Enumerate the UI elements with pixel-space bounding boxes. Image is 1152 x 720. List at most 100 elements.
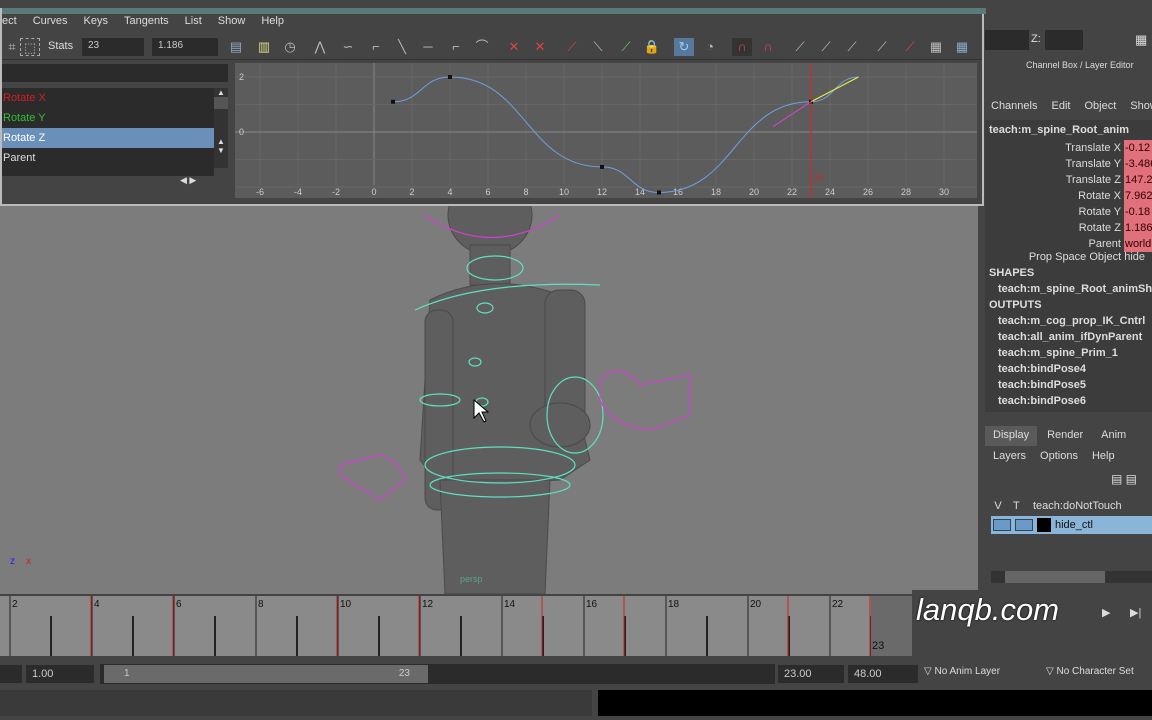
menu-options[interactable]: Options bbox=[1040, 450, 1078, 462]
stats-value-field[interactable]: 1.186 bbox=[152, 38, 218, 56]
channel-rotate-y[interactable]: Rotate Y bbox=[2, 108, 214, 128]
menu-curves[interactable]: Curves bbox=[25, 12, 76, 32]
output-item[interactable]: teach:bindPose5 bbox=[998, 379, 1086, 391]
graph-view[interactable]: -6 -4 -2 0 2 4 6 8 10 12 14 16 18 20 22 24 26 28 30 2 0 23 bbox=[235, 63, 977, 198]
viewport-3d[interactable]: z x persp bbox=[0, 174, 978, 595]
new-layer-icon[interactable]: ▤ ▤ bbox=[1111, 472, 1137, 486]
attr-value[interactable]: -0.18 bbox=[1124, 204, 1152, 220]
channel-attr-row[interactable]: Rotate X 7.962 bbox=[1078, 188, 1152, 204]
output-item[interactable]: teach:m_spine_Prim_1 bbox=[998, 347, 1118, 359]
linear-tangent-icon[interactable]: ╲ bbox=[392, 38, 412, 56]
channel-attr-row[interactable]: Translate X -0.12 bbox=[1065, 140, 1152, 156]
spline-tangent-icon[interactable]: ∽ bbox=[338, 38, 358, 56]
output-item[interactable]: teach:bindPose4 bbox=[998, 363, 1086, 375]
attr-value[interactable]: -3.486 bbox=[1124, 156, 1152, 172]
attr-value[interactable]: -0.12 bbox=[1124, 140, 1152, 156]
channel-attr-row[interactable]: Parent world bbox=[1089, 236, 1152, 252]
flat-tangent-icon[interactable]: ─ bbox=[418, 38, 438, 56]
channel-rotate-x[interactable]: Rotate X bbox=[2, 88, 214, 108]
auto-tangent-icon[interactable]: ⋀ bbox=[310, 38, 330, 56]
output-item[interactable]: teach:all_anim_ifDynParent bbox=[998, 331, 1142, 343]
denormalize-icon[interactable]: ⟋ bbox=[816, 38, 836, 56]
normalize-icon[interactable]: ⟋ bbox=[790, 38, 810, 56]
node-name[interactable]: teach:m_spine_Root_anim bbox=[989, 124, 1129, 136]
tab-anim[interactable]: Anim bbox=[1093, 426, 1134, 446]
z-field[interactable] bbox=[1045, 30, 1083, 50]
menu-show[interactable]: Show bbox=[210, 12, 254, 32]
cycle-icon[interactable]: ↻ bbox=[674, 38, 694, 56]
menu-help[interactable]: Help bbox=[253, 12, 292, 32]
attr-value[interactable]: 7.962 bbox=[1124, 188, 1152, 204]
center-time-icon[interactable]: ◷ bbox=[280, 38, 300, 56]
channel-scrollbar[interactable]: ▲ ▲ ▼ bbox=[214, 88, 228, 168]
go-to-end-icon[interactable]: ▶| bbox=[1130, 606, 1141, 619]
plateau-tangent-icon[interactable]: ⌒ bbox=[472, 38, 492, 56]
start-time-field[interactable]: 1.00 bbox=[26, 665, 94, 683]
time-slider[interactable]: 2 4 6 8 10 12 14 16 18 20 22 23 bbox=[0, 596, 912, 656]
output-item[interactable]: teach:bindPose6 bbox=[998, 395, 1086, 407]
dope-sheet-icon[interactable]: ⟋ bbox=[900, 38, 920, 56]
menu-help[interactable]: Help bbox=[1092, 450, 1115, 462]
template-toggle[interactable] bbox=[1015, 519, 1033, 531]
layer-row-selected[interactable]: hide_ctl bbox=[991, 516, 1152, 534]
layer-scrollbar[interactable] bbox=[991, 571, 1152, 583]
attr-value[interactable]: 1.186 bbox=[1124, 220, 1152, 236]
menu-channels[interactable]: Channels bbox=[991, 100, 1037, 112]
menu-keys[interactable]: Keys bbox=[76, 12, 116, 32]
visibility-toggle[interactable] bbox=[993, 519, 1011, 531]
buffer-icon[interactable]: ⟋ bbox=[842, 38, 862, 56]
channel-attr-row[interactable]: Translate Y -3.486 bbox=[1065, 156, 1152, 172]
step-tangent-icon[interactable]: ⌐ bbox=[446, 38, 466, 56]
character-set-dropdown[interactable]: ▽ No Character Set bbox=[1046, 666, 1134, 677]
command-line[interactable] bbox=[0, 690, 592, 716]
template-toggle[interactable]: T bbox=[1013, 500, 1025, 512]
layer-color-swatch[interactable] bbox=[1037, 518, 1051, 532]
layer-row[interactable]: V T teach:doNotTouch bbox=[991, 496, 1152, 516]
tab-render[interactable]: Render bbox=[1037, 426, 1093, 446]
move-key-icon[interactable]: ⌗ bbox=[2, 38, 22, 56]
frame-all-icon[interactable]: ▤ bbox=[226, 38, 246, 56]
layer-name[interactable]: teach:doNotTouch bbox=[1033, 500, 1122, 512]
range-slider[interactable]: 1 23 bbox=[100, 664, 775, 684]
layer-name[interactable]: hide_ctl bbox=[1055, 519, 1093, 531]
end-time-field[interactable]: 23.00 bbox=[778, 665, 844, 683]
attr-value[interactable]: 147.2 bbox=[1124, 172, 1152, 188]
channel-parent[interactable]: Parent bbox=[2, 148, 214, 168]
channel-attr-row[interactable]: Translate Z 147.2 bbox=[1066, 172, 1152, 188]
unify-tangent-icon[interactable]: ✕ bbox=[530, 38, 550, 56]
menu-show[interactable]: Show bbox=[1130, 100, 1152, 112]
menu-object[interactable]: Object bbox=[1084, 100, 1116, 112]
snap-icon[interactable]: ∩ bbox=[758, 38, 778, 56]
menu-layers[interactable]: Layers bbox=[993, 450, 1026, 462]
output-item[interactable]: teach:m_cog_prop_IK_Cntrl bbox=[998, 315, 1145, 327]
outliner-filter[interactable] bbox=[2, 64, 228, 82]
menu-tangents[interactable]: Tangents bbox=[116, 12, 177, 32]
layout-icon[interactable]: ▦ bbox=[1135, 32, 1147, 48]
channel-attr-row[interactable]: Rotate Y -0.18 bbox=[1079, 204, 1152, 220]
lock-icon[interactable]: 🔒 bbox=[642, 38, 662, 56]
menu-edit[interactable]: ect bbox=[2, 12, 25, 32]
anim-end-field[interactable]: 48.00 bbox=[848, 665, 918, 683]
visibility-toggle[interactable]: V bbox=[991, 500, 1005, 512]
channel-attr-row[interactable]: Rotate Z 1.186 bbox=[1079, 220, 1152, 236]
break-tangent-icon[interactable]: ✕ bbox=[504, 38, 524, 56]
anim-layer-dropdown[interactable]: ▽ No Anim Layer bbox=[924, 666, 1000, 677]
play-forward-icon[interactable]: ▶ bbox=[1102, 606, 1110, 619]
swap-buffer-icon[interactable]: ⟋ bbox=[872, 38, 892, 56]
frame-playback-icon[interactable]: ▥ bbox=[254, 38, 274, 56]
weighted-icon[interactable]: ⟋ bbox=[616, 38, 636, 56]
infinity-icon[interactable]: ◔ bbox=[700, 38, 720, 56]
attr-value[interactable]: world bbox=[1124, 236, 1152, 252]
channel-rotate-z[interactable]: Rotate Z bbox=[2, 128, 214, 148]
tab-display[interactable]: Display bbox=[985, 426, 1038, 446]
magnet-icon[interactable]: ∩ bbox=[732, 38, 752, 56]
scroll-left-right-icon[interactable]: ◀ ▶ bbox=[180, 175, 196, 186]
trax-icon[interactable]: ▦ bbox=[926, 38, 946, 56]
stats-frame-field[interactable]: 23 bbox=[82, 38, 144, 56]
lock-weight-icon[interactable]: ⟍ bbox=[588, 38, 608, 56]
menu-list[interactable]: List bbox=[177, 12, 210, 32]
menu-edit[interactable]: Edit bbox=[1051, 100, 1070, 112]
shape-item[interactable]: teach:m_spine_Root_animShape bbox=[998, 283, 1152, 295]
select-icon[interactable]: ⬚ bbox=[20, 38, 40, 56]
y-field[interactable] bbox=[985, 30, 1029, 50]
